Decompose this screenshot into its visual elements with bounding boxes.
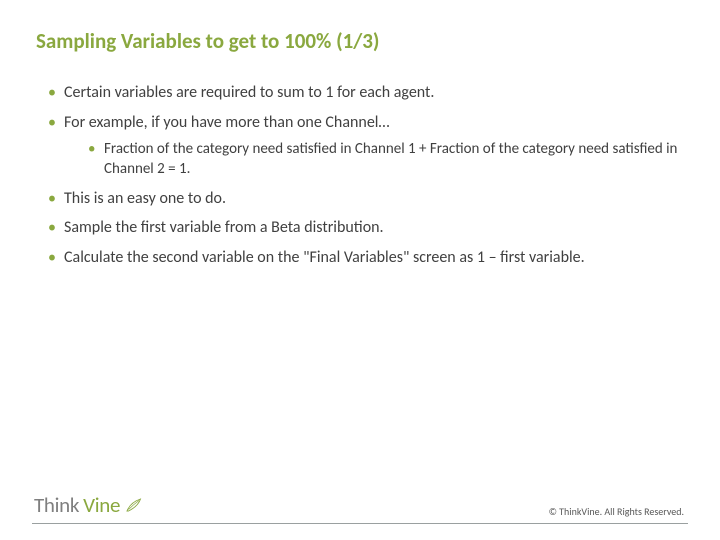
- slide-title: Sampling Variables to get to 100% (1/3): [36, 28, 684, 54]
- list-item-text: For example, if you have more than one C…: [64, 113, 390, 132]
- list-item-text: Sample the first variable from a Beta di…: [64, 218, 384, 237]
- slide: Sampling Variables to get to 100% (1/3) …: [0, 0, 720, 540]
- logo-text-vine: Vine: [83, 492, 120, 518]
- list-item: Calculate the second variable on the "Fi…: [48, 247, 684, 269]
- leaf-icon: [124, 496, 142, 514]
- list-item: Certain variables are required to sum to…: [48, 82, 684, 104]
- footer: ThinkVine © ThinkVine. All Rights Reserv…: [0, 492, 720, 540]
- list-item: This is an easy one to do.: [48, 188, 684, 210]
- sub-list: Fraction of the category need satisfied …: [64, 139, 684, 180]
- footer-divider: [32, 523, 688, 524]
- bullet-list: Certain variables are required to sum to…: [36, 82, 684, 268]
- list-item-text: Fraction of the category need satisfied …: [104, 140, 677, 178]
- list-item-text: Certain variables are required to sum to…: [64, 83, 434, 102]
- list-item: Sample the first variable from a Beta di…: [48, 217, 684, 239]
- list-item: Fraction of the category need satisfied …: [88, 139, 684, 180]
- copyright-text: © ThinkVine. All Rights Reserved.: [549, 505, 684, 518]
- list-item: For example, if you have more than one C…: [48, 112, 684, 180]
- list-item-text: Calculate the second variable on the "Fi…: [64, 248, 585, 267]
- logo-text-think: Think: [34, 492, 79, 518]
- logo: ThinkVine: [34, 492, 142, 518]
- list-item-text: This is an easy one to do.: [64, 189, 226, 208]
